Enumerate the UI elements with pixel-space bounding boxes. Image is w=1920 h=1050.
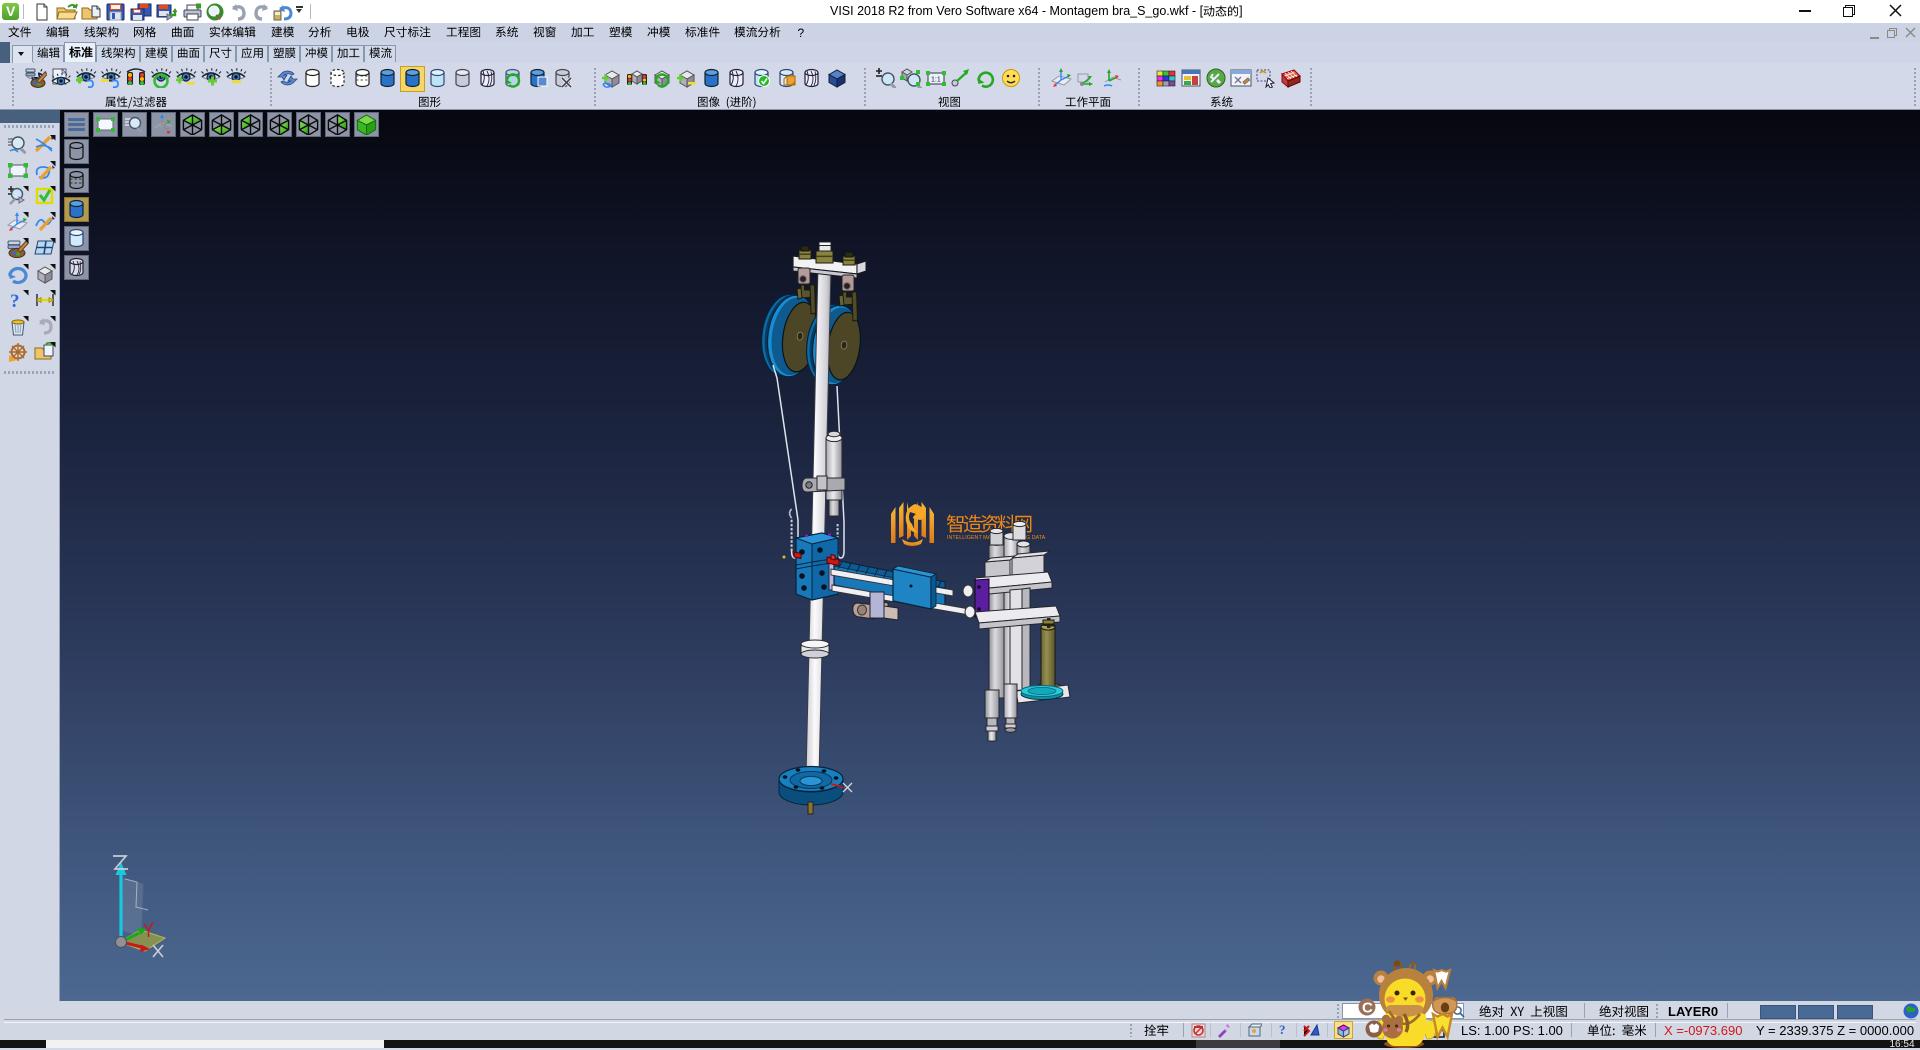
svg-text:1:1: 1:1 [931, 77, 941, 84]
svg-text:?: ? [10, 291, 20, 310]
svg-text:C: C [1362, 1000, 1373, 1017]
